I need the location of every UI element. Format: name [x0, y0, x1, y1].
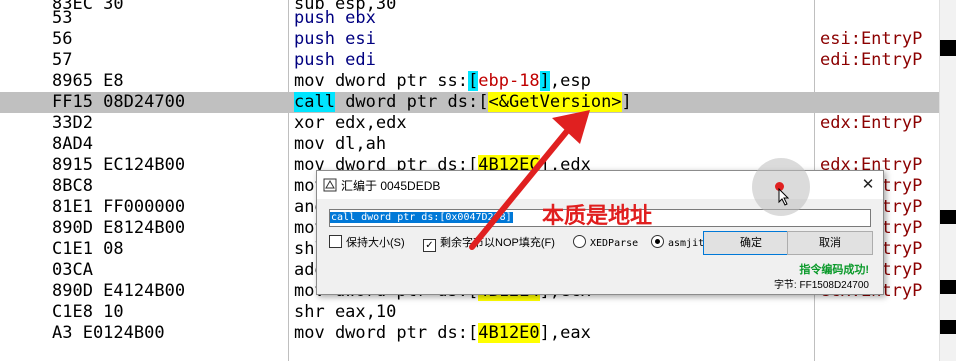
scroll-marker	[940, 280, 956, 294]
app-icon	[323, 178, 337, 192]
instruction-text: mov dword ptr ds:[4B12E0],eax	[294, 323, 591, 344]
checkbox-box	[329, 235, 342, 248]
annotation-text: 本质是地址	[542, 204, 653, 229]
instruction-token: 4B12E0	[478, 323, 540, 343]
close-icon[interactable]: ✕	[859, 176, 877, 194]
radio-circle	[573, 235, 586, 248]
xedparse-label: XEDParse	[590, 238, 639, 249]
instruction-row[interactable]: 8965 E8 mov dword ptr ss:[ebp-18],esp	[0, 71, 940, 92]
instruction-row[interactable]: C1E8 10 shr eax,10	[0, 302, 940, 323]
instruction-token: dword ptr ds:[	[334, 92, 489, 112]
instruction-text: push edi	[294, 50, 376, 71]
instruction-bytes: 57	[52, 50, 73, 70]
instruction-token: push edi	[294, 50, 376, 70]
instruction-token: ebp-18	[478, 71, 540, 91]
instruction-bytes: 8915 EC124B00	[52, 155, 186, 175]
xedparse-radio[interactable]: XEDParse	[573, 235, 638, 251]
instruction-token: push esi	[294, 29, 376, 49]
instruction-text: push ebx	[294, 8, 376, 29]
fill-nop-checkbox[interactable]: ✓ 剩余字节以NOP填充(F)	[423, 235, 555, 252]
mouse-pointer-icon	[778, 188, 790, 206]
instruction-token: ],eax	[539, 323, 591, 343]
instruction-token: mov dl,ah	[294, 134, 387, 154]
ok-button[interactable]: 确定	[703, 231, 799, 255]
keep-size-label: 保持大小(S)	[346, 237, 405, 249]
instruction-bytes: C1E1 08	[52, 239, 124, 259]
instruction-comment: edi:EntryP	[820, 50, 923, 70]
instruction-text: push esi	[294, 29, 376, 50]
instruction-bytes: 81E1 FF000000	[52, 197, 186, 217]
instruction-token: call	[294, 92, 335, 112]
fill-nop-label: 剩余字节以NOP填充(F)	[440, 237, 555, 249]
scroll-marker	[940, 320, 956, 334]
scroll-marker	[940, 40, 956, 56]
selected-instruction-row[interactable]: FF15 08D24700 call dword ptr ds:[<&GetVer…	[0, 92, 940, 113]
instruction-comment: edx:EntryP	[820, 113, 923, 133]
instruction-row[interactable]: A3 E0124B00 mov dword ptr ds:[4B12E0],eax	[0, 323, 940, 344]
instruction-token: xor edx,edx	[294, 113, 407, 133]
assembly-input-text: call dword ptr ds:[0x0047D208]	[330, 212, 513, 223]
instruction-bytes: 8AD4	[52, 134, 93, 154]
radio-circle-selected	[651, 235, 664, 248]
instruction-row[interactable]: 56 push esi esi:EntryP	[0, 29, 940, 50]
instruction-token: shr eax,10	[294, 302, 397, 322]
instruction-row[interactable]: 8AD4 mov dl,ah	[0, 134, 940, 155]
instruction-row[interactable]: 57 push edi edi:EntryP	[0, 50, 940, 71]
scroll-marker	[940, 210, 956, 224]
asmjit-radio[interactable]: asmjit	[651, 235, 704, 251]
asmjit-label: asmjit	[668, 238, 705, 249]
instruction-row[interactable]: 53 push ebx	[0, 8, 940, 29]
instruction-token: ]	[539, 71, 550, 91]
instruction-bytes: FF15 08D24700	[52, 92, 186, 112]
instruction-comment: esi:EntryP	[820, 29, 923, 49]
instruction-text: mov dword ptr ss:[ebp-18],esp	[294, 71, 591, 92]
instruction-text: mov dl,ah	[294, 134, 386, 155]
instruction-text: xor edx,edx	[294, 113, 407, 134]
instruction-bytes: 8BC8	[52, 176, 93, 196]
instruction-row[interactable]: 33D2 xor edx,edx edx:EntryP	[0, 113, 940, 134]
instruction-text: call dword ptr ds:[<&GetVersion>]	[294, 92, 632, 113]
encoded-bytes: 字节: FF1508D24700	[773, 280, 869, 291]
instruction-bytes: 53	[52, 8, 73, 28]
instruction-bytes: C1E8 10	[52, 302, 124, 322]
cancel-button[interactable]: 取消	[787, 231, 873, 255]
instruction-token: push ebx	[294, 8, 376, 28]
vertical-scrollbar[interactable]	[939, 0, 956, 361]
instruction-token: <&GetVersion>	[488, 92, 622, 112]
encode-status: 指令编码成功!	[799, 264, 869, 276]
instruction-text: shr eax,10	[294, 302, 396, 323]
check-icon: ✓	[423, 239, 436, 252]
instruction-token: [	[468, 71, 479, 91]
dialog-title: 汇编于 0045DEDB	[341, 179, 441, 193]
instruction-bytes: A3 E0124B00	[52, 323, 165, 343]
instruction-bytes: 56	[52, 29, 73, 49]
instruction-token: ]	[621, 92, 632, 112]
instruction-bytes: 33D2	[52, 113, 93, 133]
instruction-bytes: 890D E8124B00	[52, 218, 186, 238]
instruction-bytes: 8965 E8	[52, 71, 124, 91]
instruction-bytes: 890D E4124B00	[52, 281, 186, 301]
instruction-bytes: 03CA	[52, 260, 93, 280]
keep-size-checkbox[interactable]: 保持大小(S)	[329, 235, 405, 251]
instruction-token: ,esp	[549, 71, 591, 91]
instruction-token: mov dword ptr ss:	[294, 71, 468, 91]
instruction-token: mov dword ptr ds:[	[294, 323, 479, 343]
